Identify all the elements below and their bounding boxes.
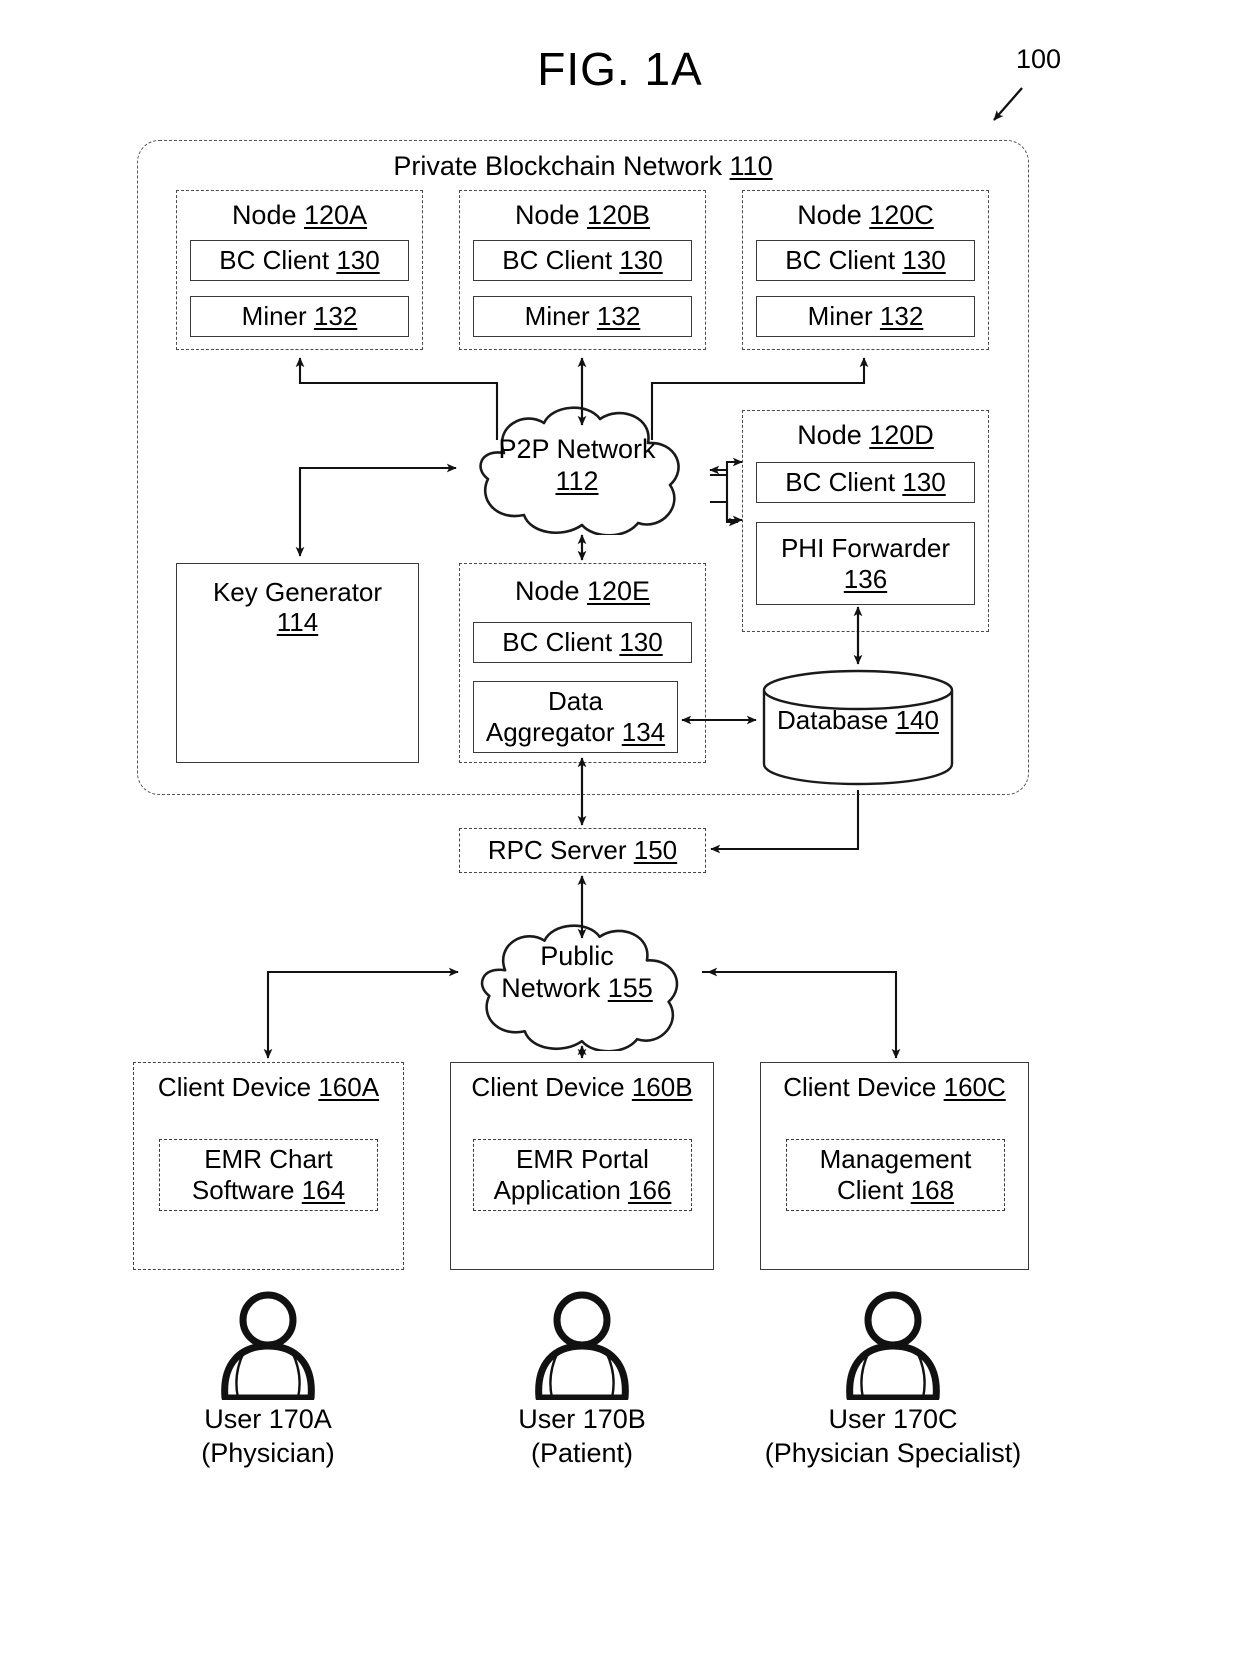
node-120a-miner-label: Miner — [241, 301, 314, 332]
node-120c-bc-client[interactable]: BC Client 130 — [756, 240, 975, 281]
node-120a-title-text: Node — [231, 200, 304, 230]
node-120c-miner-ref: 132 — [879, 301, 924, 332]
node-120b-ref: 120B — [587, 200, 651, 230]
client-device-160c-ref: 160C — [943, 1072, 1006, 1102]
management-client-box[interactable]: Management Client 168 — [786, 1139, 1005, 1211]
client-device-160a-title-text: Client Device — [157, 1072, 319, 1102]
node-120a-ref: 120A — [304, 200, 368, 230]
rpc-server-label: RPC Server 150 — [459, 835, 706, 866]
node-120c-ref: 120C — [869, 200, 934, 230]
user-170c-icon — [833, 1290, 953, 1402]
user-170b-caption: User 170B (Patient) — [417, 1403, 747, 1471]
node-120a-miner[interactable]: Miner 132 — [190, 296, 409, 337]
phi-forwarder-ref: 136 — [843, 563, 888, 594]
node-120e-bc-client[interactable]: BC Client 130 — [473, 622, 692, 663]
node-120d-ref: 120D — [869, 420, 934, 450]
public-network-line1: Public — [540, 941, 614, 971]
node-120a-bc-client-ref: 130 — [336, 245, 380, 276]
database-label-text: Database — [777, 705, 896, 735]
user-170c-name: User 170C — [828, 1404, 958, 1434]
node-120d-title: Node 120D — [742, 420, 989, 451]
node-120b-miner-label: Miner — [524, 301, 597, 332]
node-120b-bc-client[interactable]: BC Client 130 — [473, 240, 692, 281]
key-generator-ref: 114 — [276, 606, 319, 637]
key-generator-label-text: Key Generator — [212, 577, 383, 607]
node-120b-title: Node 120B — [459, 200, 706, 231]
node-120a-title: Node 120A — [176, 200, 423, 231]
node-120b-bc-client-ref: 130 — [619, 245, 663, 276]
node-120d-bc-client-label: BC Client — [785, 467, 903, 498]
client-device-160b-title-text: Client Device — [471, 1072, 632, 1102]
user-170a-name: User 170A — [204, 1404, 332, 1434]
node-120a-bc-client-label: BC Client — [219, 245, 337, 276]
node-120e-title-text: Node — [514, 576, 587, 606]
node-120d-bc-client[interactable]: BC Client 130 — [756, 462, 975, 503]
p2p-network-label: P2P Network 112 — [448, 433, 706, 498]
user-170a-caption: User 170A (Physician) — [103, 1403, 433, 1471]
node-120c-title: Node 120C — [742, 200, 989, 231]
rpc-server-label-text: RPC Server — [487, 835, 634, 865]
node-120b-miner[interactable]: Miner 132 — [473, 296, 692, 337]
database-label: Database 140 — [760, 705, 956, 736]
node-120e-bc-client-label: BC Client — [502, 627, 620, 658]
emr-chart-software-line1: EMR Chart — [204, 1144, 333, 1175]
node-120d-phi-forwarder[interactable]: PHI Forwarder 136 — [756, 522, 975, 605]
emr-chart-software-line2: Software — [191, 1175, 302, 1205]
private-network-ref: 110 — [729, 151, 773, 181]
data-aggregator-line2: Aggregator — [485, 717, 622, 747]
user-170b-role: (Patient) — [530, 1437, 634, 1468]
phi-forwarder-label: PHI Forwarder — [780, 532, 951, 563]
management-client-line2: Client — [836, 1175, 911, 1205]
node-120e-bc-client-ref: 130 — [619, 627, 663, 658]
user-170c-caption: User 170C (Physician Specialist) — [728, 1403, 1058, 1471]
emr-chart-software-box[interactable]: EMR Chart Software 164 — [159, 1139, 378, 1211]
node-120d-title-text: Node — [797, 420, 870, 450]
management-client-ref: 168 — [910, 1175, 955, 1205]
user-170a-role: (Physician) — [201, 1437, 335, 1468]
user-170b-icon — [522, 1290, 642, 1402]
p2p-network-label-text: P2P Network — [498, 434, 656, 464]
node-120e-title: Node 120E — [459, 576, 706, 607]
client-device-160c-title-text: Client Device — [783, 1072, 944, 1102]
client-device-160b-ref: 160B — [631, 1072, 693, 1102]
node-120b-title-text: Node — [514, 200, 587, 230]
node-120a-miner-ref: 132 — [313, 301, 358, 332]
private-network-text: Private Blockchain Network — [393, 151, 730, 181]
client-device-160c-title: Client Device 160C — [760, 1072, 1029, 1103]
public-network-label: Public Network 155 — [448, 940, 706, 1005]
management-client-line1: Management — [819, 1144, 972, 1175]
node-120c-bc-client-ref: 130 — [902, 245, 946, 276]
system-reference-label: 100 — [1016, 44, 1062, 74]
public-network-ref: 155 — [607, 973, 653, 1004]
client-device-160b-title: Client Device 160B — [450, 1072, 714, 1103]
node-120a-bc-client[interactable]: BC Client 130 — [190, 240, 409, 281]
user-170c-role: (Physician Specialist) — [764, 1437, 1022, 1468]
client-device-160a-title: Client Device 160A — [133, 1072, 404, 1103]
node-120c-miner-label: Miner — [807, 301, 880, 332]
node-120b-miner-ref: 132 — [596, 301, 641, 332]
node-120e-ref: 120E — [587, 576, 651, 606]
data-aggregator-ref: 134 — [621, 717, 666, 747]
data-aggregator-line1: Data — [548, 686, 603, 717]
node-120e-data-aggregator[interactable]: Data Aggregator 134 — [473, 681, 678, 753]
database-ref: 140 — [895, 705, 939, 735]
emr-portal-application-line2: Application — [493, 1175, 629, 1205]
p2p-network-ref: 112 — [555, 466, 599, 497]
node-120c-title-text: Node — [797, 200, 870, 230]
node-120b-bc-client-label: BC Client — [502, 245, 620, 276]
node-120c-bc-client-label: BC Client — [785, 245, 903, 276]
key-generator-label: Key Generator 114 — [176, 577, 419, 638]
client-device-160a-ref: 160A — [318, 1072, 380, 1102]
private-blockchain-network-label: Private Blockchain Network 110 — [137, 151, 1029, 182]
user-170a-icon — [208, 1290, 328, 1402]
user-170b-name: User 170B — [518, 1404, 646, 1434]
rpc-server-ref: 150 — [633, 835, 678, 865]
emr-portal-application-line1: EMR Portal — [516, 1144, 649, 1175]
emr-portal-application-box[interactable]: EMR Portal Application 166 — [473, 1139, 692, 1211]
public-network-line2: Network — [501, 973, 608, 1004]
emr-portal-application-ref: 166 — [628, 1175, 672, 1205]
node-120d-bc-client-ref: 130 — [902, 467, 946, 498]
emr-chart-software-ref: 164 — [301, 1175, 346, 1205]
node-120c-miner[interactable]: Miner 132 — [756, 296, 975, 337]
